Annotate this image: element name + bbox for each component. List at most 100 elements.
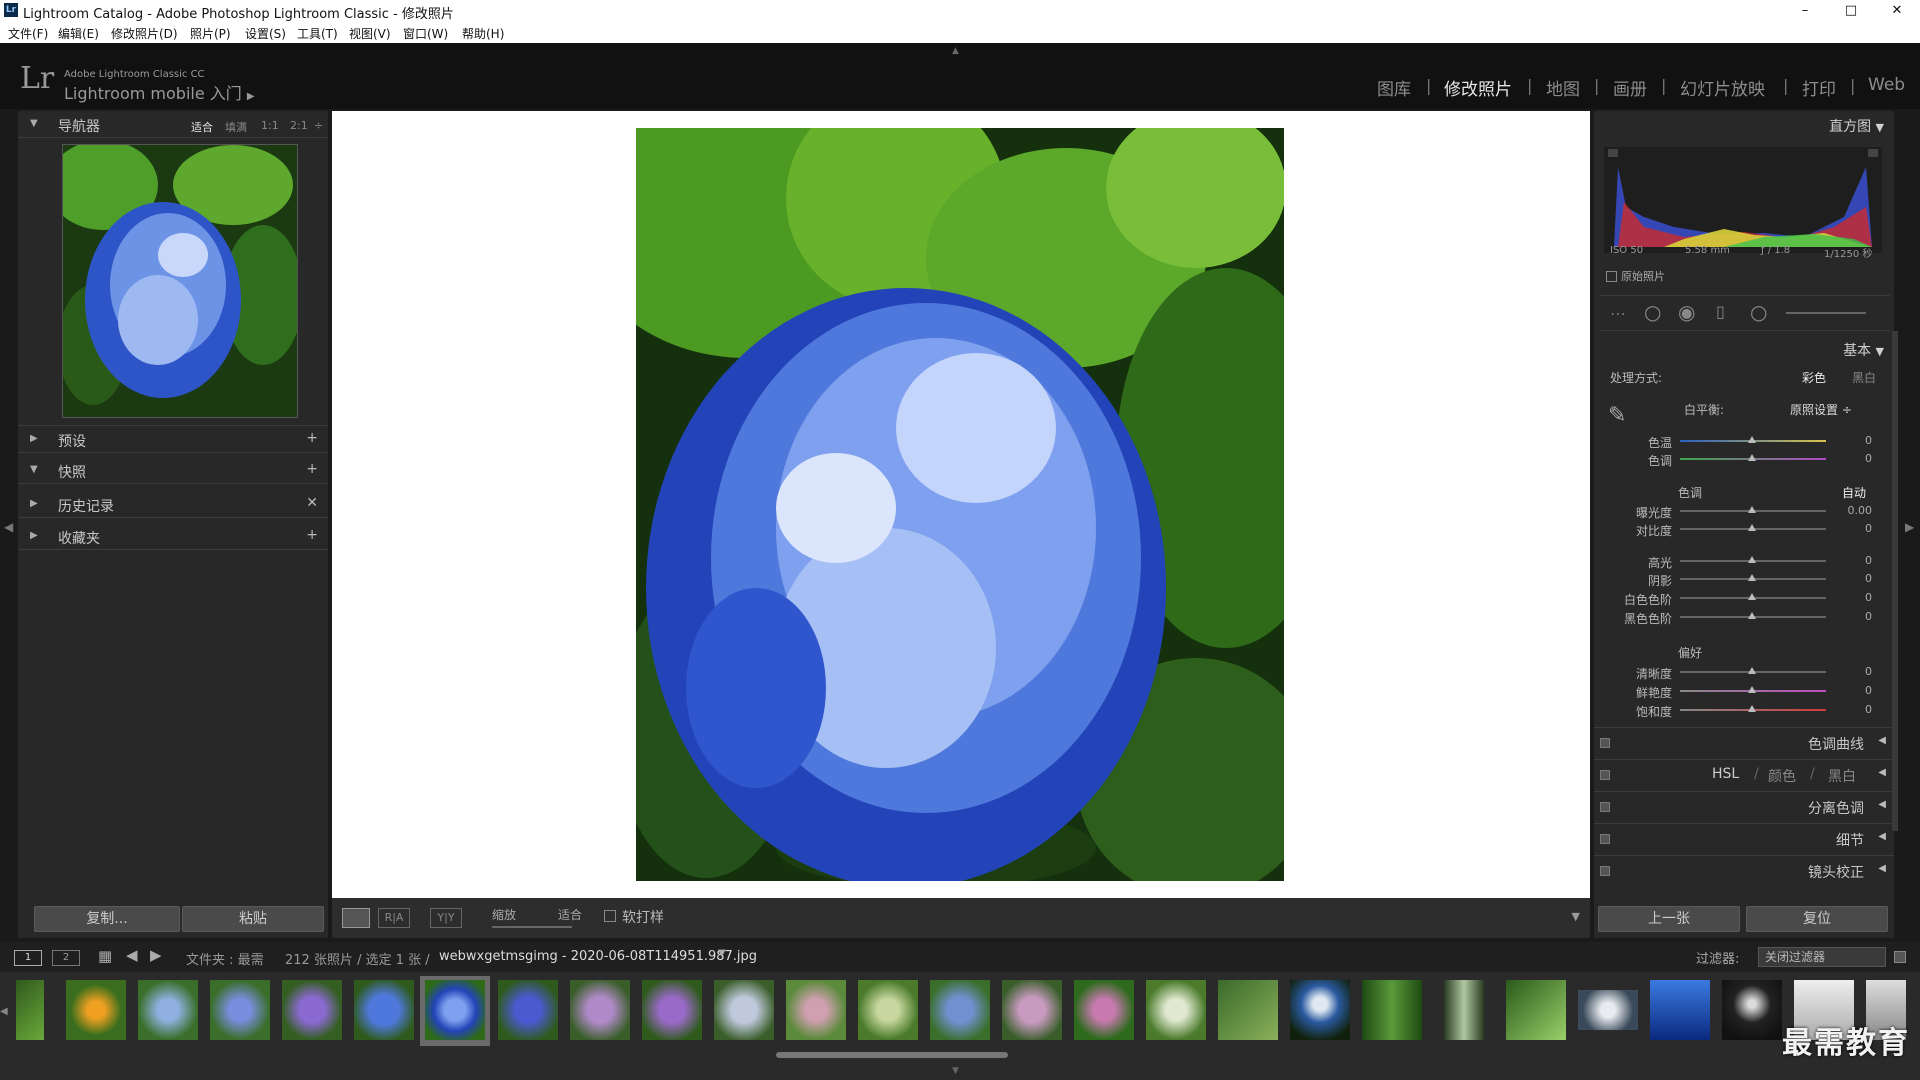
- thumbnail[interactable]: [1506, 980, 1566, 1040]
- thumbnail[interactable]: [1290, 980, 1350, 1040]
- slider-shadows[interactable]: 阴影 0: [1594, 570, 1884, 588]
- thumbnail[interactable]: [1002, 980, 1062, 1040]
- collapse-top-arrow-icon[interactable]: ▲: [952, 46, 959, 56]
- expand-triangle-icon[interactable]: ▶: [30, 498, 38, 509]
- thumbnail[interactable]: [1650, 980, 1710, 1040]
- filter-lock-icon[interactable]: [1894, 951, 1906, 963]
- zoom-fit[interactable]: 适合: [191, 119, 213, 135]
- thumbnail[interactable]: [498, 980, 558, 1040]
- tone-curve-panel[interactable]: 色调曲线 ◀: [1594, 727, 1894, 756]
- thumbnail[interactable]: [66, 980, 126, 1040]
- module-web[interactable]: Web: [1868, 75, 1905, 95]
- loupe-view-icon[interactable]: [342, 908, 370, 928]
- lens-correction-panel[interactable]: 镜头校正 ◀: [1594, 855, 1894, 884]
- zoom-stepper-icon[interactable]: ÷: [314, 119, 323, 132]
- hsl-panel[interactable]: HSL / 颜色 / 黑白 ◀: [1594, 759, 1894, 788]
- thumbnail[interactable]: [282, 980, 342, 1040]
- treatment-bw[interactable]: 黑白: [1852, 369, 1876, 386]
- thumbnail[interactable]: [16, 980, 44, 1040]
- slider-blacks[interactable]: 黑色色阶 0: [1594, 608, 1884, 626]
- window-2-button[interactable]: 2: [52, 950, 80, 966]
- slider-tint[interactable]: 色调 0: [1594, 450, 1884, 468]
- split-toning-panel[interactable]: 分离色调 ◀: [1594, 791, 1894, 820]
- red-eye-icon[interactable]: ◉: [1678, 300, 1695, 324]
- source-folder[interactable]: 文件夹 : 最需: [186, 949, 264, 968]
- copy-button[interactable]: 复制...: [34, 906, 180, 932]
- spot-removal-icon[interactable]: ○: [1644, 300, 1661, 324]
- add-collection-icon[interactable]: +: [306, 527, 318, 543]
- main-photo[interactable]: [636, 128, 1284, 881]
- soft-proof-checkbox[interactable]: [604, 910, 616, 922]
- slider-vibrance[interactable]: 鲜艳度 0: [1594, 682, 1884, 700]
- add-preset-icon[interactable]: +: [306, 430, 318, 446]
- slider-whites[interactable]: 白色色阶 0: [1594, 589, 1884, 607]
- thumbnail[interactable]: [714, 980, 774, 1040]
- module-library[interactable]: 图库: [1377, 75, 1411, 100]
- collections-header[interactable]: ▶ 收藏夹 +: [18, 523, 328, 550]
- menu-photo[interactable]: 照片(P): [190, 25, 231, 42]
- reset-button[interactable]: 复位: [1746, 906, 1888, 932]
- paste-button[interactable]: 粘贴: [182, 906, 324, 932]
- module-develop[interactable]: 修改照片: [1444, 75, 1512, 100]
- before-after-lr-icon[interactable]: R|A: [378, 908, 410, 928]
- thumbnail[interactable]: [1218, 980, 1278, 1040]
- slider-highlights[interactable]: 高光 0: [1594, 552, 1884, 570]
- module-book[interactable]: 画册: [1613, 75, 1647, 100]
- window-1-button[interactable]: 1: [14, 950, 42, 966]
- filmstrip-left-icon[interactable]: ◀: [0, 972, 8, 1080]
- adjustment-brush-slider[interactable]: [1786, 312, 1866, 314]
- module-print[interactable]: 打印: [1802, 75, 1836, 100]
- wb-eyedropper-icon[interactable]: ✎: [1608, 403, 1626, 428]
- menu-tools[interactable]: 工具(T): [297, 25, 338, 42]
- right-panel-toggle-icon[interactable]: ▶: [1905, 520, 1914, 534]
- add-snapshot-icon[interactable]: +: [306, 461, 318, 477]
- slider-temp[interactable]: 色温 0: [1594, 432, 1884, 450]
- toolbar-menu-icon[interactable]: ▼: [1572, 910, 1580, 923]
- thumbnail[interactable]: [1074, 980, 1134, 1040]
- wb-select[interactable]: 原照设置 ÷: [1790, 401, 1852, 418]
- forward-arrow-icon[interactable]: ▶: [150, 946, 162, 964]
- before-after-yy-icon[interactable]: Y|Y: [430, 908, 462, 928]
- collapse-triangle-icon[interactable]: ▼: [30, 464, 38, 475]
- file-name[interactable]: webwxgetmsgimg - 2020-06-08T114951.987.j…: [439, 949, 757, 964]
- detail-panel[interactable]: 细节 ◀: [1594, 823, 1894, 852]
- menu-help[interactable]: 帮助(H): [462, 25, 504, 42]
- thumbnail-selected[interactable]: [425, 980, 485, 1040]
- thumbnail[interactable]: [138, 980, 198, 1040]
- thumbnail[interactable]: [930, 980, 990, 1040]
- auto-tone-button[interactable]: 自动: [1842, 484, 1866, 501]
- filmstrip-scrollbar[interactable]: [776, 1052, 1008, 1058]
- filter-select[interactable]: 关闭过滤器: [1758, 947, 1886, 967]
- slider-clarity[interactable]: 清晰度 0: [1594, 663, 1884, 681]
- menu-settings[interactable]: 设置(S): [245, 25, 286, 42]
- histogram-title[interactable]: 直方图 ▼: [1829, 116, 1884, 136]
- expand-triangle-icon[interactable]: ▶: [30, 530, 38, 541]
- original-photo-checkbox[interactable]: [1606, 271, 1617, 282]
- lightroom-mobile-link[interactable]: Lightroom mobile 入门 ▶: [64, 80, 255, 104]
- back-arrow-icon[interactable]: ◀: [126, 946, 138, 964]
- zoom-2-1[interactable]: 2:1: [290, 119, 308, 132]
- slider-exposure[interactable]: 曝光度 0.00: [1594, 502, 1884, 520]
- snapshots-header[interactable]: ▼ 快照 +: [18, 457, 328, 484]
- maximize-button[interactable]: □: [1828, 0, 1874, 22]
- thumbnail[interactable]: [1362, 980, 1422, 1040]
- thumbnail[interactable]: [642, 980, 702, 1040]
- thumbnail[interactable]: [1578, 990, 1638, 1030]
- presets-header[interactable]: ▶ 预设 +: [18, 425, 328, 453]
- grid-icon[interactable]: ▦: [98, 947, 112, 965]
- menu-file[interactable]: 文件(F): [8, 25, 48, 42]
- navigator-header[interactable]: ▼ 导航器 适合 填满 1:1 2:1 ÷: [18, 111, 328, 138]
- thumbnail[interactable]: [1146, 980, 1206, 1040]
- slider-saturation[interactable]: 饱和度 0: [1594, 701, 1884, 719]
- navigator-preview[interactable]: [62, 144, 298, 418]
- history-header[interactable]: ▶ 历史记录 ✕: [18, 491, 328, 518]
- zoom-slider[interactable]: [492, 926, 572, 928]
- module-slideshow[interactable]: 幻灯片放映: [1680, 75, 1765, 100]
- expand-triangle-icon[interactable]: ▶: [30, 433, 38, 444]
- thumbnail[interactable]: [1444, 980, 1484, 1040]
- thumbnail[interactable]: [354, 980, 414, 1040]
- treatment-color[interactable]: 彩色: [1802, 369, 1826, 386]
- previous-button[interactable]: 上一张: [1598, 906, 1740, 932]
- menu-develop[interactable]: 修改照片(D): [111, 25, 178, 42]
- radial-filter-icon[interactable]: ○: [1750, 300, 1767, 324]
